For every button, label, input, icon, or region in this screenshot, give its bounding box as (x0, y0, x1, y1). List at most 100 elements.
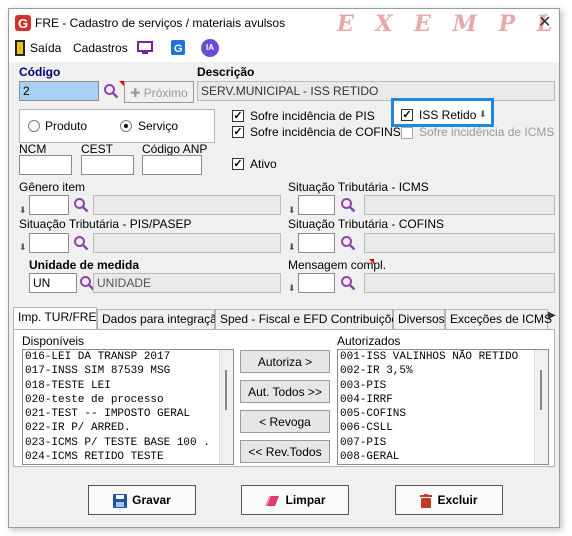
sit-pis-search-icon[interactable] (73, 235, 89, 251)
iss-retido-checkbox[interactable]: ✓ (401, 109, 413, 121)
down-arrow-icon: ⬇ (479, 109, 487, 119)
ncm-label: NCM (19, 142, 47, 156)
icms-label: Sofre incidência de ICMS (419, 125, 555, 139)
sit-pis-label: Situação Tributária - PIS/PASEP (19, 217, 192, 231)
tab-dados-integracao[interactable]: Dados para integração (97, 309, 223, 330)
ncm-input[interactable] (19, 155, 72, 175)
menu-registers[interactable]: Cadastros (73, 41, 128, 55)
trash-icon (420, 493, 433, 508)
sit-cofins-label: Situação Tributária - COFINS (288, 217, 445, 231)
list-item[interactable]: 021-TEST -- IMPOSTO GERAL (23, 407, 233, 421)
cofins-checkbox[interactable]: ✓ (232, 126, 244, 138)
tab-excecoes-icms[interactable]: Exceções de ICMS (445, 309, 552, 330)
excluir-label: Excluir (437, 493, 478, 507)
watermark-text: E X E M P L O (337, 11, 572, 37)
search-icon[interactable] (103, 83, 119, 99)
genero-item-input[interactable] (29, 195, 69, 215)
eraser-icon (265, 495, 280, 506)
autorizados-scrollbar[interactable] (534, 350, 548, 464)
sit-cofins-search-icon[interactable] (340, 235, 356, 251)
tab-scroll-arrow-icon[interactable]: ▶ (548, 310, 556, 321)
ativo-checkbox[interactable]: ✓ (232, 158, 244, 170)
mensagem-input[interactable] (298, 273, 335, 293)
close-button[interactable]: ✕ (538, 12, 551, 32)
sit-pis-desc (93, 233, 281, 253)
cest-label: CEST (81, 142, 114, 156)
list-item[interactable]: 020-teste de processo (23, 393, 233, 407)
list-item[interactable]: 008-GERAL (338, 450, 548, 464)
codigo-label: Código (19, 65, 61, 79)
gravar-button[interactable]: Gravar (88, 485, 196, 515)
pis-checkbox[interactable]: ✓ (232, 110, 244, 122)
revoga-button[interactable]: < Revoga (240, 410, 330, 433)
list-item[interactable]: 007-PIS (338, 436, 548, 450)
mensagem-search-icon[interactable] (340, 275, 356, 291)
ativo-label: Ativo (250, 157, 277, 171)
sit-pis-input[interactable] (29, 233, 69, 253)
list-item[interactable]: 003-PIS (338, 379, 548, 393)
list-item[interactable]: 005-COFINS (338, 407, 548, 421)
autorizados-label: Autorizados (337, 334, 401, 348)
mensagem-required-icon (369, 259, 374, 264)
rev-todos-button[interactable]: << Rev.Todos (240, 440, 330, 463)
sit-cofins-input[interactable] (298, 233, 335, 253)
monitor-icon[interactable] (137, 41, 153, 55)
g-badge-icon[interactable]: G (170, 39, 186, 56)
menu-exit[interactable]: Saída (30, 41, 61, 55)
list-item[interactable]: 023-ICMS P/ TESTE BASE 100 . (23, 436, 233, 450)
unidade-desc: UNIDADE (93, 273, 281, 293)
list-item[interactable]: 016-LEI DA TRANSP 2017 (23, 350, 233, 364)
scroll-thumb[interactable] (540, 370, 542, 410)
disponiveis-list[interactable]: 016-LEI DA TRANSP 2017 017-INSS SIM 8753… (22, 349, 234, 465)
next-button-label: Próximo (143, 86, 188, 100)
descricao-label: Descrição (197, 65, 255, 79)
list-item[interactable]: 022-IR P/ ARRED. (23, 421, 233, 435)
unidade-label: Unidade de medida (29, 258, 140, 272)
codigo-anp-label: Código ANP (142, 142, 208, 156)
autorizados-list[interactable]: 001-ISS VALINHOS NÃO RETIDO 002-IR 3,5% … (337, 349, 549, 465)
next-button[interactable]: ✚ Próximo (124, 81, 194, 103)
iss-retido-label: ISS Retido (419, 108, 477, 122)
radio-servico[interactable] (120, 120, 132, 132)
genero-item-desc (93, 195, 281, 215)
autoriza-button[interactable]: Autoriza > (240, 350, 330, 373)
list-item[interactable]: 001-ISS VALINHOS NÃO RETIDO (338, 350, 548, 364)
tab-imp-tur-fre[interactable]: Imp. TUR/FRE (13, 307, 97, 330)
icms-checkbox[interactable] (401, 127, 413, 139)
list-item[interactable]: 024-ICMS RETIDO TESTE (23, 450, 233, 464)
title-bar: G FRE - Cadastro de serviços / materiais… (9, 9, 572, 37)
ia-assistant-icon[interactable]: IA (201, 39, 219, 57)
genero-search-icon[interactable] (73, 197, 89, 213)
sit-icms-search-icon[interactable] (340, 197, 356, 213)
codigo-input[interactable]: 2 (19, 81, 99, 101)
excluir-button[interactable]: Excluir (395, 485, 503, 515)
radio-servico-label: Serviço (138, 119, 179, 133)
scroll-thumb[interactable] (225, 370, 227, 410)
tab-sped[interactable]: Sped - Fiscal e EFD Contribuições (215, 309, 404, 330)
svg-text:G: G (174, 43, 183, 55)
radio-produto-label: Produto (45, 119, 88, 133)
cest-input[interactable] (81, 155, 134, 175)
disponiveis-scrollbar[interactable] (219, 350, 233, 464)
list-item[interactable]: 006-CSLL (338, 421, 548, 435)
sit-icms-desc (364, 195, 555, 215)
cofins-label: Sofre incidência de COFINS (250, 125, 401, 139)
aut-todos-button[interactable]: Aut. Todos >> (240, 380, 330, 403)
list-item[interactable]: 004-IRRF (338, 393, 548, 407)
codigo-anp-input[interactable] (142, 155, 202, 175)
plus-icon: ✚ (130, 86, 144, 100)
icms-down-arrow-icon: ⬇ (288, 205, 296, 215)
unidade-code-input[interactable]: UN (29, 273, 77, 293)
tab-diversos[interactable]: Diversos (393, 309, 445, 330)
limpar-button[interactable]: Limpar (241, 485, 349, 515)
save-disk-icon (113, 493, 128, 508)
exit-door-icon (15, 40, 25, 56)
descricao-input[interactable]: SERV.MUNICIPAL - ISS RETIDO (197, 81, 555, 101)
radio-produto[interactable] (28, 120, 40, 132)
genero-item-label: Gênero item (19, 180, 86, 194)
list-item[interactable]: 017-INSS SIM 87539 MSG (23, 364, 233, 378)
list-item[interactable]: 018-TESTE LEI (23, 379, 233, 393)
mensagem-down-arrow-icon: ⬇ (288, 283, 296, 293)
sit-icms-input[interactable] (298, 195, 335, 215)
list-item[interactable]: 002-IR 3,5% (338, 364, 548, 378)
